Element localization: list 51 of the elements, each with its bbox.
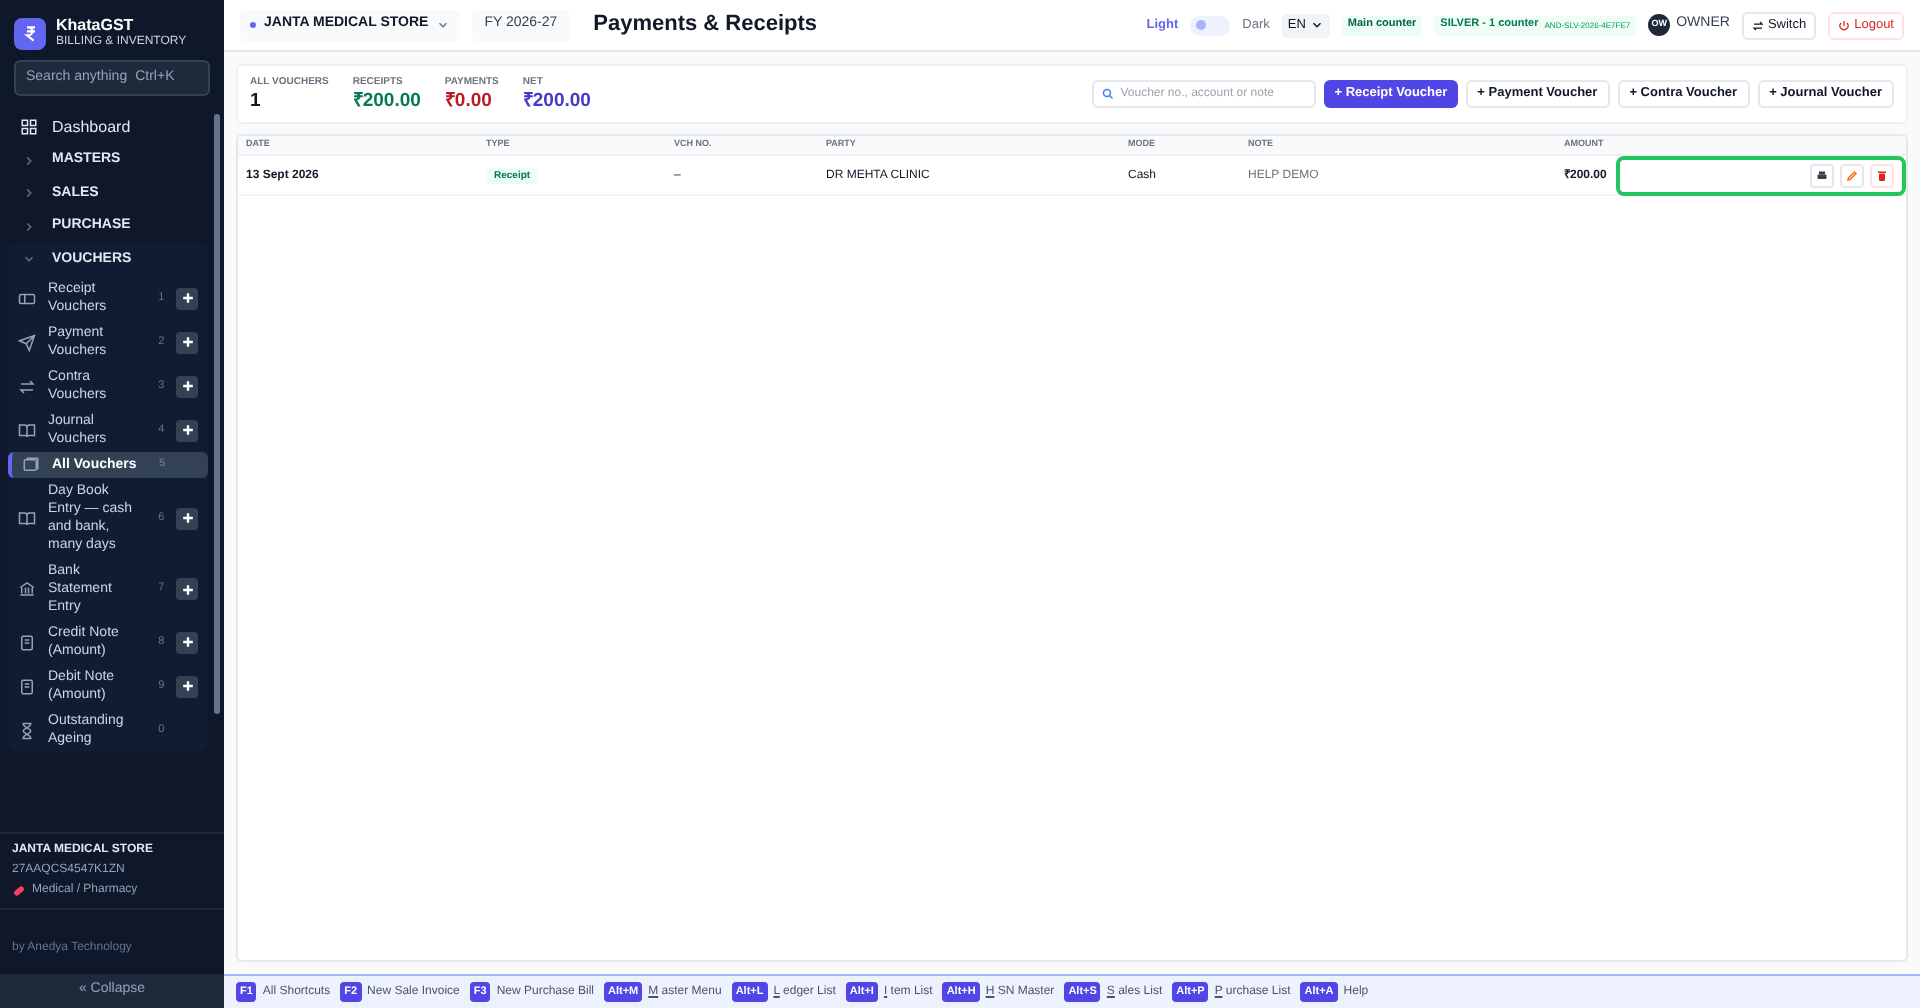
- add-button[interactable]: [176, 675, 198, 697]
- stat-value: ₹0.00: [444, 90, 494, 113]
- chevron-right-icon: [22, 219, 36, 234]
- chevron-down-icon: [22, 252, 36, 267]
- chevron-down-icon: [1309, 18, 1324, 32]
- rupee-icon: [23, 26, 37, 42]
- plus-icon: [181, 424, 194, 436]
- add-button[interactable]: [176, 419, 198, 441]
- chevron-right-icon: [22, 186, 36, 201]
- stat-value: 1: [250, 90, 263, 113]
- send-icon: [18, 333, 36, 351]
- plus-icon: [181, 636, 194, 648]
- plus-icon: [181, 292, 194, 304]
- plus-icon: [181, 512, 194, 524]
- stat-value: ₹200.00: [352, 90, 421, 113]
- search-icon: [1102, 88, 1115, 100]
- add-button[interactable]: [176, 631, 198, 653]
- add-button[interactable]: [176, 331, 198, 353]
- chevron-down-icon: [436, 18, 451, 32]
- copy-icon: [22, 456, 40, 474]
- delete-button[interactable]: [1870, 164, 1894, 188]
- plus-icon: [181, 680, 194, 692]
- plus-icon: [181, 380, 194, 392]
- power-icon: [1838, 19, 1851, 31]
- pencil-icon: [1846, 170, 1858, 182]
- printer-icon: [1816, 170, 1828, 182]
- ticket-icon: [18, 289, 36, 307]
- document-icon: [18, 677, 36, 695]
- add-button[interactable]: [176, 507, 198, 529]
- stat-value: ₹200.00: [522, 90, 591, 113]
- add-button[interactable]: [176, 578, 198, 600]
- bank-icon: [18, 580, 36, 598]
- book-icon: [18, 421, 36, 439]
- add-button[interactable]: [176, 375, 198, 397]
- sidebar-item[interactable]: Dashboard: [8, 110, 208, 144]
- add-button[interactable]: [176, 287, 198, 309]
- chevron-right-icon: [22, 153, 36, 168]
- plus-icon: [181, 583, 194, 595]
- book-icon: [18, 509, 36, 527]
- print-button[interactable]: [1810, 164, 1834, 188]
- app-name: KhataGST: [56, 16, 136, 34]
- swap-icon: [18, 377, 36, 395]
- swap-icon: [1751, 19, 1764, 31]
- document-icon: [18, 633, 36, 651]
- grid-icon: [20, 118, 38, 136]
- trash-icon: [1876, 170, 1888, 182]
- pill-icon: [12, 884, 26, 898]
- plus-icon: [181, 336, 194, 348]
- theme-toggle[interactable]: [1190, 15, 1231, 35]
- hourglass-icon: [18, 721, 36, 739]
- page-title: Payments & Receipts: [593, 10, 818, 41]
